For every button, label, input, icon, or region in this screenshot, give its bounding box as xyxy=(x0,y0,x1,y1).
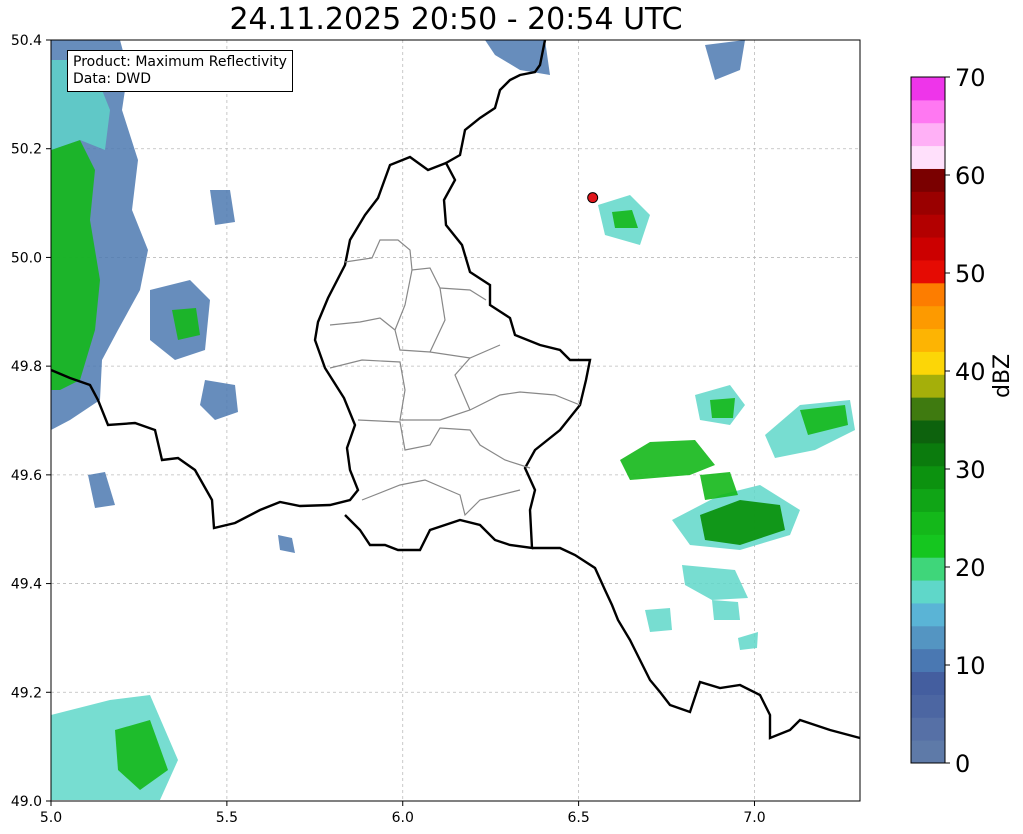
colorbar-segment xyxy=(911,511,945,535)
colorbar-segment xyxy=(911,420,945,444)
colorbar-segment xyxy=(911,740,945,764)
colorbar-segment xyxy=(911,534,945,558)
y-tick-label: 49.0 xyxy=(11,794,42,810)
product-info-box: Product: Maximum Reflectivity Data: DWD xyxy=(67,50,293,92)
colorbar-tick-label: 70 xyxy=(955,64,986,92)
x-tick-label: 6.5 xyxy=(567,810,589,826)
echo-east-2-core xyxy=(710,398,735,418)
colorbar-segment xyxy=(911,671,945,695)
x-tick-label: 6.0 xyxy=(392,810,414,826)
y-tick-label: 49.8 xyxy=(11,359,42,375)
colorbar-segment xyxy=(911,465,945,490)
colorbar-segment xyxy=(911,237,945,261)
colorbar-tick-label: 0 xyxy=(955,750,970,778)
x-tick-label: 5.0 xyxy=(40,810,62,826)
x-tick-label: 5.5 xyxy=(216,810,238,826)
y-tick-label: 49.6 xyxy=(11,468,42,484)
y-axis: 49.0 49.2 49.4 49.6 49.8 50.0 50.2 50.4 xyxy=(11,33,51,810)
product-label: Product: Maximum Reflectivity xyxy=(73,54,287,70)
colorbar-segment xyxy=(911,259,945,284)
colorbar-segment xyxy=(911,580,945,604)
colorbar-segment xyxy=(911,602,945,627)
plot-area xyxy=(50,39,861,802)
data-source-label: Data: DWD xyxy=(73,71,151,87)
colorbar-label: dBZ xyxy=(990,353,1015,398)
colorbar-tick-label: 50 xyxy=(955,260,986,288)
colorbar-segment xyxy=(911,374,945,398)
colorbar-segment xyxy=(911,214,945,238)
colorbar-segment xyxy=(911,351,945,375)
colorbar-segment xyxy=(911,99,945,124)
location-marker xyxy=(587,192,599,204)
colorbar-segment xyxy=(911,694,945,718)
colorbar-segment xyxy=(911,625,945,650)
y-tick-label: 50.2 xyxy=(11,142,42,158)
echo-east-6 xyxy=(712,600,740,620)
colorbar-segment xyxy=(911,282,945,307)
colorbar-segment xyxy=(911,305,945,330)
y-tick-label: 50.4 xyxy=(11,33,42,49)
y-tick-label: 49.4 xyxy=(11,577,42,593)
colorbar-segment xyxy=(911,442,945,467)
radar-map: 5.0 5.5 6.0 6.5 7.0 49.0 49.2 49.4 49.6 49.8 50.0… xyxy=(11,33,986,826)
colorbar-segment xyxy=(911,77,945,101)
colorbar-tick-label: 40 xyxy=(955,358,986,386)
colorbar-segment xyxy=(911,145,945,169)
colorbar-tick-label: 60 xyxy=(955,162,986,190)
colorbar-segment xyxy=(911,717,945,741)
colorbar-segment xyxy=(911,122,945,147)
colorbar-tick-label: 30 xyxy=(955,456,986,484)
colorbar-segment xyxy=(911,168,945,192)
plot-background xyxy=(51,40,860,801)
x-tick-label: 7.0 xyxy=(743,810,765,826)
colorbar-segment xyxy=(911,557,945,581)
y-tick-label: 49.2 xyxy=(11,685,42,701)
colorbar-tick-label: 10 xyxy=(955,652,986,680)
colorbar-segment xyxy=(911,648,945,673)
colorbar-segment xyxy=(911,488,945,512)
colorbar-segment xyxy=(911,191,945,215)
x-axis: 5.0 5.5 6.0 6.5 7.0 xyxy=(40,801,766,826)
colorbar: 0 10 20 30 40 50 60 70 xyxy=(910,64,986,778)
y-tick-label: 50.0 xyxy=(11,250,42,266)
colorbar-segment xyxy=(911,397,945,421)
colorbar-tick-label: 20 xyxy=(955,554,986,582)
colorbar-segment xyxy=(911,328,945,352)
